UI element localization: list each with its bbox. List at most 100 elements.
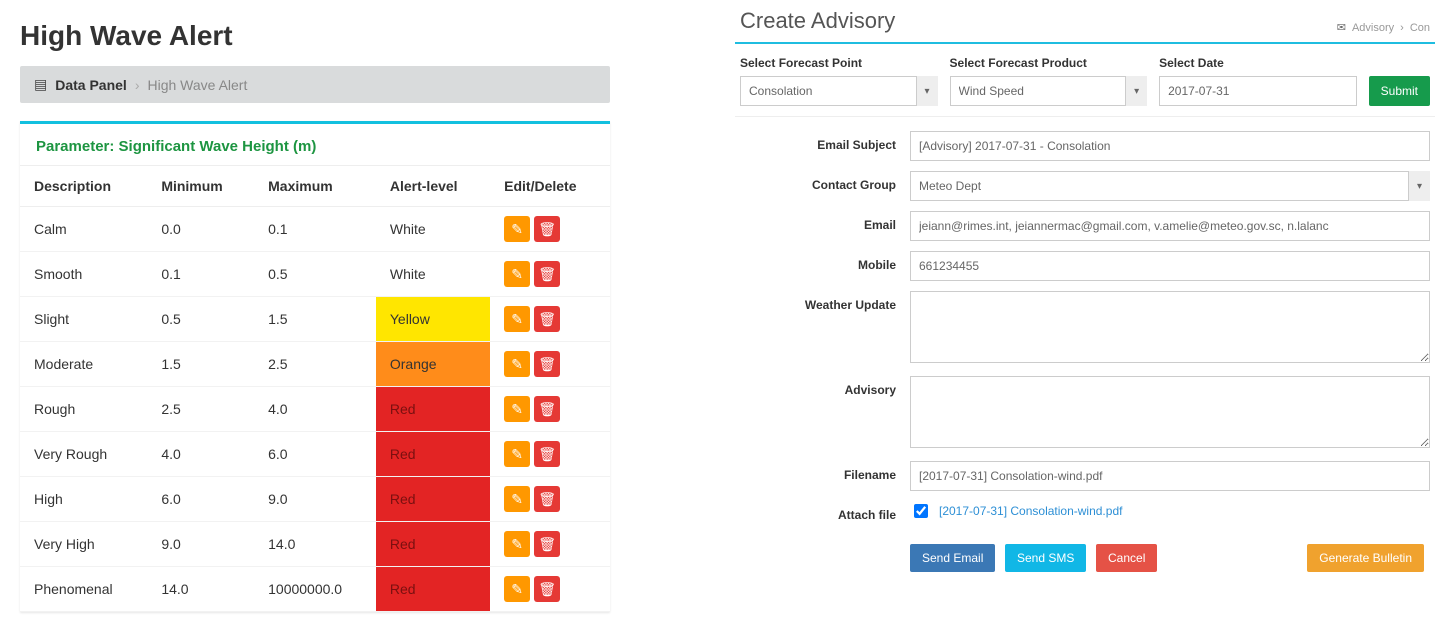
advisory-label: Advisory	[740, 376, 910, 397]
filename-input[interactable]	[910, 461, 1430, 491]
delete-button[interactable]: 🗑	[534, 531, 560, 557]
email-input[interactable]	[910, 211, 1430, 241]
cell-maximum: 6.0	[254, 432, 376, 477]
weather-update-textarea[interactable]	[910, 291, 1430, 363]
edit-button[interactable]: ✎	[504, 441, 530, 467]
cell-actions: ✎🗑	[490, 432, 610, 477]
mobile-input[interactable]	[910, 251, 1430, 281]
cell-actions: ✎🗑	[490, 477, 610, 522]
trash-icon: 🗑	[538, 266, 556, 283]
table-row: Calm0.00.1White✎🗑	[20, 207, 610, 252]
delete-button[interactable]: 🗑	[534, 351, 560, 377]
edit-button[interactable]: ✎	[504, 306, 530, 332]
cell-maximum: 2.5	[254, 342, 376, 387]
envelope-icon: ✉	[1337, 21, 1346, 34]
data-panel-icon: ▤	[34, 76, 47, 93]
delete-button[interactable]: 🗑	[534, 441, 560, 467]
delete-button[interactable]: 🗑	[534, 306, 560, 332]
cell-minimum: 0.0	[147, 207, 254, 252]
forecast-point-select[interactable]	[740, 76, 938, 106]
page-title: High Wave Alert	[20, 20, 610, 52]
cell-maximum: 9.0	[254, 477, 376, 522]
delete-button[interactable]: 🗑	[534, 576, 560, 602]
col-maximum: Maximum	[254, 166, 376, 207]
cell-minimum: 14.0	[147, 567, 254, 612]
edit-button[interactable]: ✎	[504, 216, 530, 242]
table-row: Phenomenal14.010000000.0Red✎🗑	[20, 567, 610, 612]
col-description: Description	[20, 166, 147, 207]
trash-icon: 🗑	[538, 536, 556, 553]
filename-label: Filename	[740, 461, 910, 482]
delete-button[interactable]: 🗑	[534, 216, 560, 242]
trash-icon: 🗑	[538, 401, 556, 418]
wave-alert-card: Parameter: Significant Wave Height (m) D…	[20, 121, 610, 612]
cell-description: Moderate	[20, 342, 147, 387]
col-actions: Edit/Delete	[490, 166, 610, 207]
crumb-advisory[interactable]: Advisory	[1352, 22, 1394, 34]
table-row: Rough2.54.0Red✎🗑	[20, 387, 610, 432]
cell-minimum: 2.5	[147, 387, 254, 432]
forecast-product-select[interactable]	[950, 76, 1148, 106]
cell-actions: ✎🗑	[490, 207, 610, 252]
chevron-down-icon[interactable]: ▾	[916, 76, 938, 106]
trash-icon: 🗑	[538, 581, 556, 598]
pencil-icon: ✎	[511, 356, 523, 373]
delete-button[interactable]: 🗑	[534, 396, 560, 422]
cell-maximum: 4.0	[254, 387, 376, 432]
delete-button[interactable]: 🗑	[534, 486, 560, 512]
col-minimum: Minimum	[147, 166, 254, 207]
contact-group-select[interactable]	[910, 171, 1430, 201]
cell-alert-level: Red	[376, 387, 490, 432]
table-row: Very Rough4.06.0Red✎🗑	[20, 432, 610, 477]
cell-actions: ✎🗑	[490, 567, 610, 612]
pencil-icon: ✎	[511, 491, 523, 508]
table-row: Very High9.014.0Red✎🗑	[20, 522, 610, 567]
table-row: Moderate1.52.5Orange✎🗑	[20, 342, 610, 387]
delete-button[interactable]: 🗑	[534, 261, 560, 287]
cell-alert-level: White	[376, 252, 490, 297]
cell-minimum: 4.0	[147, 432, 254, 477]
attach-link[interactable]: [2017-07-31] Consolation-wind.pdf	[939, 504, 1122, 518]
cell-alert-level: Red	[376, 432, 490, 477]
forecast-product-label: Select Forecast Product	[950, 56, 1148, 70]
advisory-textarea[interactable]	[910, 376, 1430, 448]
trash-icon: 🗑	[538, 491, 556, 508]
edit-button[interactable]: ✎	[504, 351, 530, 377]
cell-description: Phenomenal	[20, 567, 147, 612]
cell-alert-level: White	[376, 207, 490, 252]
col-alert-level: Alert-level	[376, 166, 490, 207]
table-row: Smooth0.10.5White✎🗑	[20, 252, 610, 297]
cell-alert-level: Red	[376, 477, 490, 522]
attach-file-label: Attach file	[740, 501, 910, 522]
cell-minimum: 6.0	[147, 477, 254, 522]
top-crumbs: ✉ Advisory › Con	[1337, 21, 1430, 34]
breadcrumb: ▤ Data Panel › High Wave Alert	[20, 66, 610, 103]
pencil-icon: ✎	[511, 401, 523, 418]
date-input[interactable]	[1159, 76, 1357, 106]
cell-maximum: 0.5	[254, 252, 376, 297]
edit-button[interactable]: ✎	[504, 576, 530, 602]
edit-button[interactable]: ✎	[504, 531, 530, 557]
cell-minimum: 0.5	[147, 297, 254, 342]
cell-minimum: 0.1	[147, 252, 254, 297]
edit-button[interactable]: ✎	[504, 396, 530, 422]
chevron-down-icon[interactable]: ▾	[1408, 171, 1430, 201]
breadcrumb-current: High Wave Alert	[148, 77, 248, 93]
pencil-icon: ✎	[511, 266, 523, 283]
edit-button[interactable]: ✎	[504, 261, 530, 287]
attach-checkbox[interactable]	[914, 504, 928, 518]
trash-icon: 🗑	[538, 356, 556, 373]
mobile-label: Mobile	[740, 251, 910, 272]
pencil-icon: ✎	[511, 221, 523, 238]
cell-maximum: 0.1	[254, 207, 376, 252]
cell-alert-level: Yellow	[376, 297, 490, 342]
breadcrumb-root[interactable]: Data Panel	[55, 77, 127, 93]
cell-alert-level: Orange	[376, 342, 490, 387]
contact-group-label: Contact Group	[740, 171, 910, 192]
cell-actions: ✎🗑	[490, 297, 610, 342]
edit-button[interactable]: ✎	[504, 486, 530, 512]
email-subject-input[interactable]	[910, 131, 1430, 161]
submit-button[interactable]: Submit	[1369, 76, 1430, 106]
chevron-down-icon[interactable]: ▾	[1125, 76, 1147, 106]
cell-minimum: 9.0	[147, 522, 254, 567]
